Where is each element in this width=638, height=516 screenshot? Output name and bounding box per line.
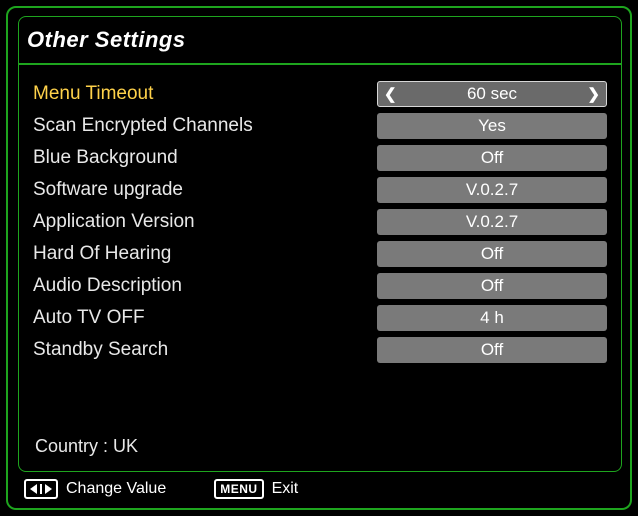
value-text: 4 h [480, 308, 504, 328]
row-auto-tv-off[interactable]: Auto TV OFF 4 h [33, 303, 607, 333]
settings-window: Other Settings Menu Timeout ❮ 60 sec ❯ S… [6, 6, 632, 510]
value-text: V.0.2.7 [466, 180, 518, 200]
value-text: Off [481, 148, 503, 168]
footer-hints: Change Value MENU Exit [18, 474, 622, 504]
left-right-key-icon [24, 479, 58, 499]
value-software-upgrade[interactable]: V.0.2.7 [377, 177, 607, 203]
row-application-version[interactable]: Application Version V.0.2.7 [33, 207, 607, 237]
page-title: Other Settings [27, 27, 186, 53]
value-menu-timeout[interactable]: ❮ 60 sec ❯ [377, 81, 607, 107]
country-line: Country : UK [35, 436, 138, 457]
row-menu-timeout[interactable]: Menu Timeout ❮ 60 sec ❯ [33, 79, 607, 109]
hint-exit: Exit [272, 480, 299, 498]
hint-change-value: Change Value [66, 480, 166, 498]
value-text: Off [481, 276, 503, 296]
value-text: Yes [478, 116, 506, 136]
value-text: Off [481, 244, 503, 264]
value-standby-search[interactable]: Off [377, 337, 607, 363]
value-text: V.0.2.7 [466, 212, 518, 232]
menu-key-icon: MENU [214, 479, 263, 499]
label-audio-description: Audio Description [33, 275, 377, 297]
row-standby-search[interactable]: Standby Search Off [33, 335, 607, 365]
value-blue-background[interactable]: Off [377, 145, 607, 171]
row-software-upgrade[interactable]: Software upgrade V.0.2.7 [33, 175, 607, 205]
arrow-right-icon[interactable]: ❯ [587, 85, 600, 103]
label-blue-background: Blue Background [33, 147, 377, 169]
settings-body: Menu Timeout ❮ 60 sec ❯ Scan Encrypted C… [18, 64, 622, 472]
label-auto-tv-off: Auto TV OFF [33, 307, 377, 329]
label-scan-encrypted: Scan Encrypted Channels [33, 115, 377, 137]
value-text: 60 sec [467, 84, 517, 104]
label-hard-of-hearing: Hard Of Hearing [33, 243, 377, 265]
label-standby-search: Standby Search [33, 339, 377, 361]
value-auto-tv-off[interactable]: 4 h [377, 305, 607, 331]
label-menu-timeout: Menu Timeout [33, 83, 377, 105]
value-scan-encrypted[interactable]: Yes [377, 113, 607, 139]
row-audio-description[interactable]: Audio Description Off [33, 271, 607, 301]
row-scan-encrypted[interactable]: Scan Encrypted Channels Yes [33, 111, 607, 141]
value-application-version[interactable]: V.0.2.7 [377, 209, 607, 235]
value-audio-description[interactable]: Off [377, 273, 607, 299]
row-blue-background[interactable]: Blue Background Off [33, 143, 607, 173]
label-software-upgrade: Software upgrade [33, 179, 377, 201]
label-application-version: Application Version [33, 211, 377, 233]
row-hard-of-hearing[interactable]: Hard Of Hearing Off [33, 239, 607, 269]
arrow-left-icon[interactable]: ❮ [384, 85, 397, 103]
value-text: Off [481, 340, 503, 360]
header: Other Settings [18, 16, 622, 64]
value-hard-of-hearing[interactable]: Off [377, 241, 607, 267]
